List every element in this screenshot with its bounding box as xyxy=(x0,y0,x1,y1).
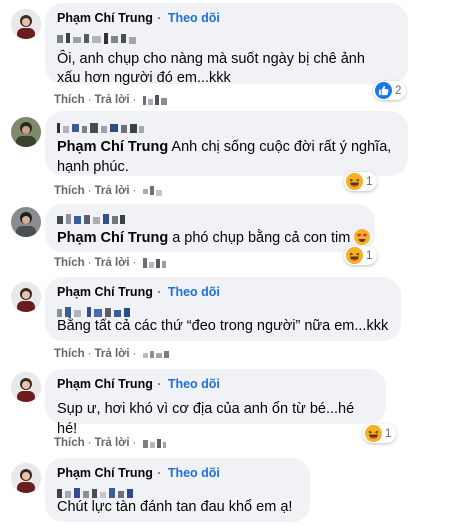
author-name[interactable]: Phạm Chí Trung xyxy=(57,285,153,299)
reaction-summary[interactable]: 1 xyxy=(344,172,378,191)
reply-button[interactable]: Trả lời xyxy=(95,437,130,449)
mention-link[interactable]: Phạm Chí Trung xyxy=(57,139,168,155)
like-icon xyxy=(375,82,392,99)
author-name[interactable]: Phạm Chí Trung xyxy=(57,377,153,391)
haha-icon xyxy=(346,173,363,190)
separator-dot: · xyxy=(157,285,162,299)
follow-link[interactable]: Theo dõi xyxy=(168,11,220,25)
like-button[interactable]: Thích xyxy=(54,94,85,106)
separator-dot: · xyxy=(157,377,162,391)
avatar[interactable] xyxy=(11,282,41,312)
reply-button[interactable]: Trả lời xyxy=(95,348,130,360)
comment-actions: Thích · Trả lời · xyxy=(54,93,169,107)
follow-link[interactable]: Theo dõi xyxy=(168,377,220,391)
comment-bubble: Phạm Chí Trung Anh chị sống cuộc đời rất… xyxy=(45,111,408,176)
comment-text: a phó chụp bằng cả con tim xyxy=(168,230,351,246)
reply-button[interactable]: Trả lời xyxy=(95,185,130,197)
blurred-timestamp xyxy=(142,348,171,360)
mention-link[interactable]: Phạm Chí Trung xyxy=(57,230,168,246)
comment-actions: Thích · Trả lời · xyxy=(54,256,167,270)
avatar[interactable] xyxy=(11,372,41,402)
reaction-count: 1 xyxy=(366,249,373,262)
comment-text: Bằng tất cả các thứ “đeo trong người” nữ… xyxy=(57,318,389,334)
comment-text: Ôi, anh chụp cho nàng mà suốt ngày bị ch… xyxy=(57,50,365,67)
comment-text: Sụp ư, hơi khó vì cơ địa của anh ổn từ b… xyxy=(57,401,355,437)
reaction-count: 1 xyxy=(366,175,373,188)
avatar[interactable] xyxy=(11,463,41,493)
blurred-timestamp xyxy=(142,185,165,197)
separator-dot: · xyxy=(157,466,162,480)
blurred-mention xyxy=(57,487,141,499)
comment-bubble: Phạm Chí Trung · Theo dõi Sụp ư, hơi khó… xyxy=(45,369,386,437)
comment-actions: Thích · Trả lời · xyxy=(54,436,167,450)
blurred-timestamp xyxy=(142,257,167,269)
reaction-summary[interactable]: 1 xyxy=(344,246,378,265)
haha-icon xyxy=(365,425,382,442)
blurred-mention xyxy=(57,33,137,45)
like-button[interactable]: Thích xyxy=(54,257,85,269)
comment-bubble: Phạm Chí Trung · Theo dõi Bằng tất cả cá… xyxy=(45,277,401,341)
like-button[interactable]: Thích xyxy=(54,348,85,360)
comment-actions: Thích · Trả lời · xyxy=(54,347,171,361)
reaction-count: 2 xyxy=(395,84,402,97)
reply-button[interactable]: Trả lời xyxy=(95,257,130,269)
blurred-timestamp xyxy=(142,94,169,106)
comment-text: Anh chị sống cuộc đời rất ý nghĩa, xyxy=(168,139,392,155)
avatar[interactable] xyxy=(11,9,41,39)
comment-bubble: Phạm Chí Trung a phó chụp bằng cả con ti… xyxy=(45,204,375,252)
blurred-author xyxy=(57,122,145,134)
avatar[interactable] xyxy=(11,117,41,147)
reaction-summary[interactable]: 1 xyxy=(363,424,397,443)
separator-dot: · xyxy=(157,11,162,25)
comment-text-cont: xấu hơn người đó em...kkk xyxy=(57,70,231,86)
haha-icon xyxy=(346,247,363,264)
avatar[interactable] xyxy=(11,207,41,237)
reaction-summary[interactable]: 2 xyxy=(373,81,407,100)
reaction-count: 1 xyxy=(385,427,392,440)
comment-bubble: Phạm Chí Trung · Theo dõi Chút lực tàn đ… xyxy=(45,458,310,522)
reply-button[interactable]: Trả lời xyxy=(95,94,130,106)
blurred-mention xyxy=(57,306,137,318)
like-button[interactable]: Thích xyxy=(54,437,85,449)
follow-link[interactable]: Theo dõi xyxy=(168,466,220,480)
comment-text: Chút lực tàn đánh tan đau khổ em ạ! xyxy=(57,499,293,515)
author-name[interactable]: Phạm Chí Trung xyxy=(57,11,153,25)
blurred-timestamp xyxy=(142,437,167,449)
comment-actions: Thích · Trả lời · xyxy=(54,184,165,198)
comment-bubble: Phạm Chí Trung · Theo dõi Ôi, anh chụp c… xyxy=(45,3,408,86)
follow-link[interactable]: Theo dõi xyxy=(168,285,220,299)
author-name[interactable]: Phạm Chí Trung xyxy=(57,466,153,480)
blurred-author xyxy=(57,213,127,225)
like-button[interactable]: Thích xyxy=(54,185,85,197)
